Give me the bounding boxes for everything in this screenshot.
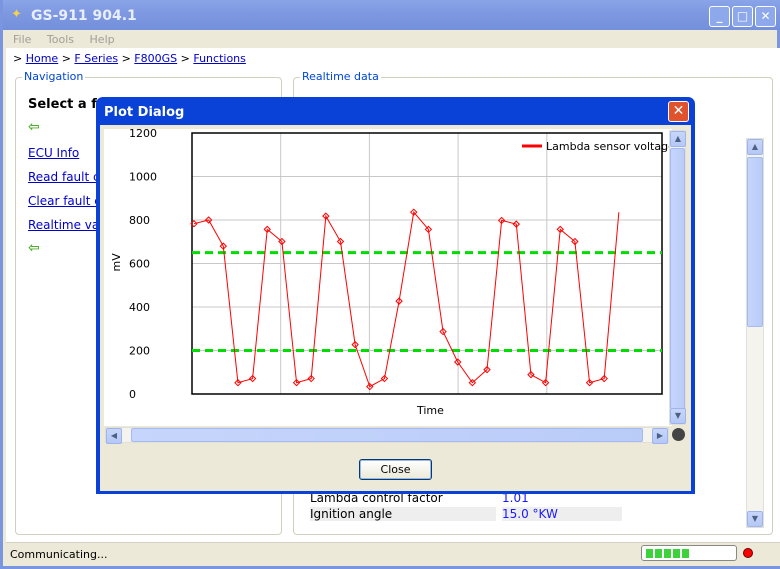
chart-hscroll[interactable]: ◀ ▶ [105, 427, 669, 444]
menu-bar: File Tools Help [6, 30, 780, 48]
nav-clear-fault-codes[interactable]: Clear fault c [28, 194, 101, 208]
maximize-button[interactable]: □ [732, 6, 753, 27]
scroll-up-icon[interactable]: ▲ [670, 131, 686, 147]
back-arrow-icon[interactable]: ⇦ [28, 119, 40, 135]
scroll-thumb[interactable] [131, 428, 643, 442]
dialog-title: Plot Dialog [104, 105, 185, 120]
breadcrumb-sep: > [180, 52, 190, 65]
status-dot-icon [672, 428, 685, 441]
y-tick-label: 600 [129, 258, 150, 271]
realtime-scrollbar[interactable]: ▲ ▼ [746, 138, 764, 528]
breadcrumb-home[interactable]: Home [26, 52, 58, 65]
navigation-label: Navigation [22, 70, 86, 83]
scroll-up-icon[interactable]: ▲ [747, 139, 763, 155]
progress-segment [655, 549, 662, 558]
y-tick-label: 400 [129, 301, 150, 314]
scroll-thumb[interactable] [747, 157, 763, 327]
breadcrumb-sep: > [61, 52, 71, 65]
minimize-button[interactable]: _ [709, 6, 730, 27]
progress-segment [682, 549, 689, 558]
scroll-down-icon[interactable]: ▼ [670, 408, 686, 424]
scroll-thumb[interactable] [670, 148, 685, 409]
plot-dialog: Plot Dialog ✕ 0 200 400 600 800 1000 1200 mV Tim… [96, 97, 695, 494]
breadcrumb: > Home > F Series > F800GS > Functions [13, 52, 246, 65]
chart-area: 0 200 400 600 800 1000 1200 mV Time Lambda sensor… [104, 127, 675, 426]
window-title: GS-911 904.1 [31, 8, 137, 24]
nav-heading: Select a fu [28, 97, 107, 112]
breadcrumb-functions[interactable]: Functions [193, 52, 246, 65]
row-value: 15.0 °KW [502, 507, 622, 521]
connection-progress [641, 545, 737, 561]
table-row: Ignition angle 15.0 °KW [310, 507, 622, 522]
dialog-body: 0 200 400 600 800 1000 1200 mV Time Lambda sensor… [100, 125, 691, 491]
menu-help[interactable]: Help [90, 33, 115, 46]
progress-segment [646, 549, 653, 558]
status-text: Communicating... [10, 548, 108, 561]
close-window-button[interactable]: ✕ [755, 6, 776, 27]
progress-segment [664, 549, 671, 558]
nav-ecu-info[interactable]: ECU Info [28, 146, 79, 160]
scroll-down-icon[interactable]: ▼ [747, 511, 763, 527]
realtime-label: Realtime data [300, 70, 381, 83]
y-tick-label: 200 [129, 345, 150, 358]
row-name: Ignition angle [310, 507, 496, 521]
y-axis-label: mV [110, 253, 123, 272]
legend-label: Lambda sensor voltage [546, 140, 672, 153]
back-arrow-icon[interactable]: ⇦ [28, 240, 40, 256]
menu-file[interactable]: File [13, 33, 31, 46]
y-tick-label: 0 [129, 388, 136, 401]
chart-vscroll[interactable]: ▲ ▼ [669, 130, 686, 425]
breadcrumb-f-series[interactable]: F Series [74, 52, 118, 65]
series-line [193, 211, 620, 388]
nav-read-fault-codes[interactable]: Read fault c [28, 170, 100, 184]
scroll-right-icon[interactable]: ▶ [652, 428, 668, 444]
status-indicator-icon [743, 548, 753, 558]
scroll-left-icon[interactable]: ◀ [106, 428, 122, 444]
menu-tools[interactable]: Tools [47, 33, 74, 46]
progress-segment [673, 549, 680, 558]
close-button[interactable]: Close [359, 459, 432, 480]
title-bar: ✦ GS-911 904.1 _ □ ✕ [3, 0, 780, 30]
breadcrumb-sep: > [121, 52, 131, 65]
y-tick-label: 1000 [129, 171, 157, 184]
y-tick-label: 1200 [129, 129, 157, 140]
breadcrumb-sep: > [13, 52, 23, 65]
nav-realtime-values[interactable]: Realtime val [28, 218, 103, 232]
breadcrumb-f800gs[interactable]: F800GS [134, 52, 177, 65]
y-tick-label: 800 [129, 214, 150, 227]
x-axis-label: Time [416, 404, 444, 417]
lambda-chart: 0 200 400 600 800 1000 1200 mV Time Lambda sensor… [110, 127, 675, 417]
dialog-close-icon[interactable]: ✕ [668, 101, 689, 122]
app-icon: ✦ [11, 7, 22, 22]
